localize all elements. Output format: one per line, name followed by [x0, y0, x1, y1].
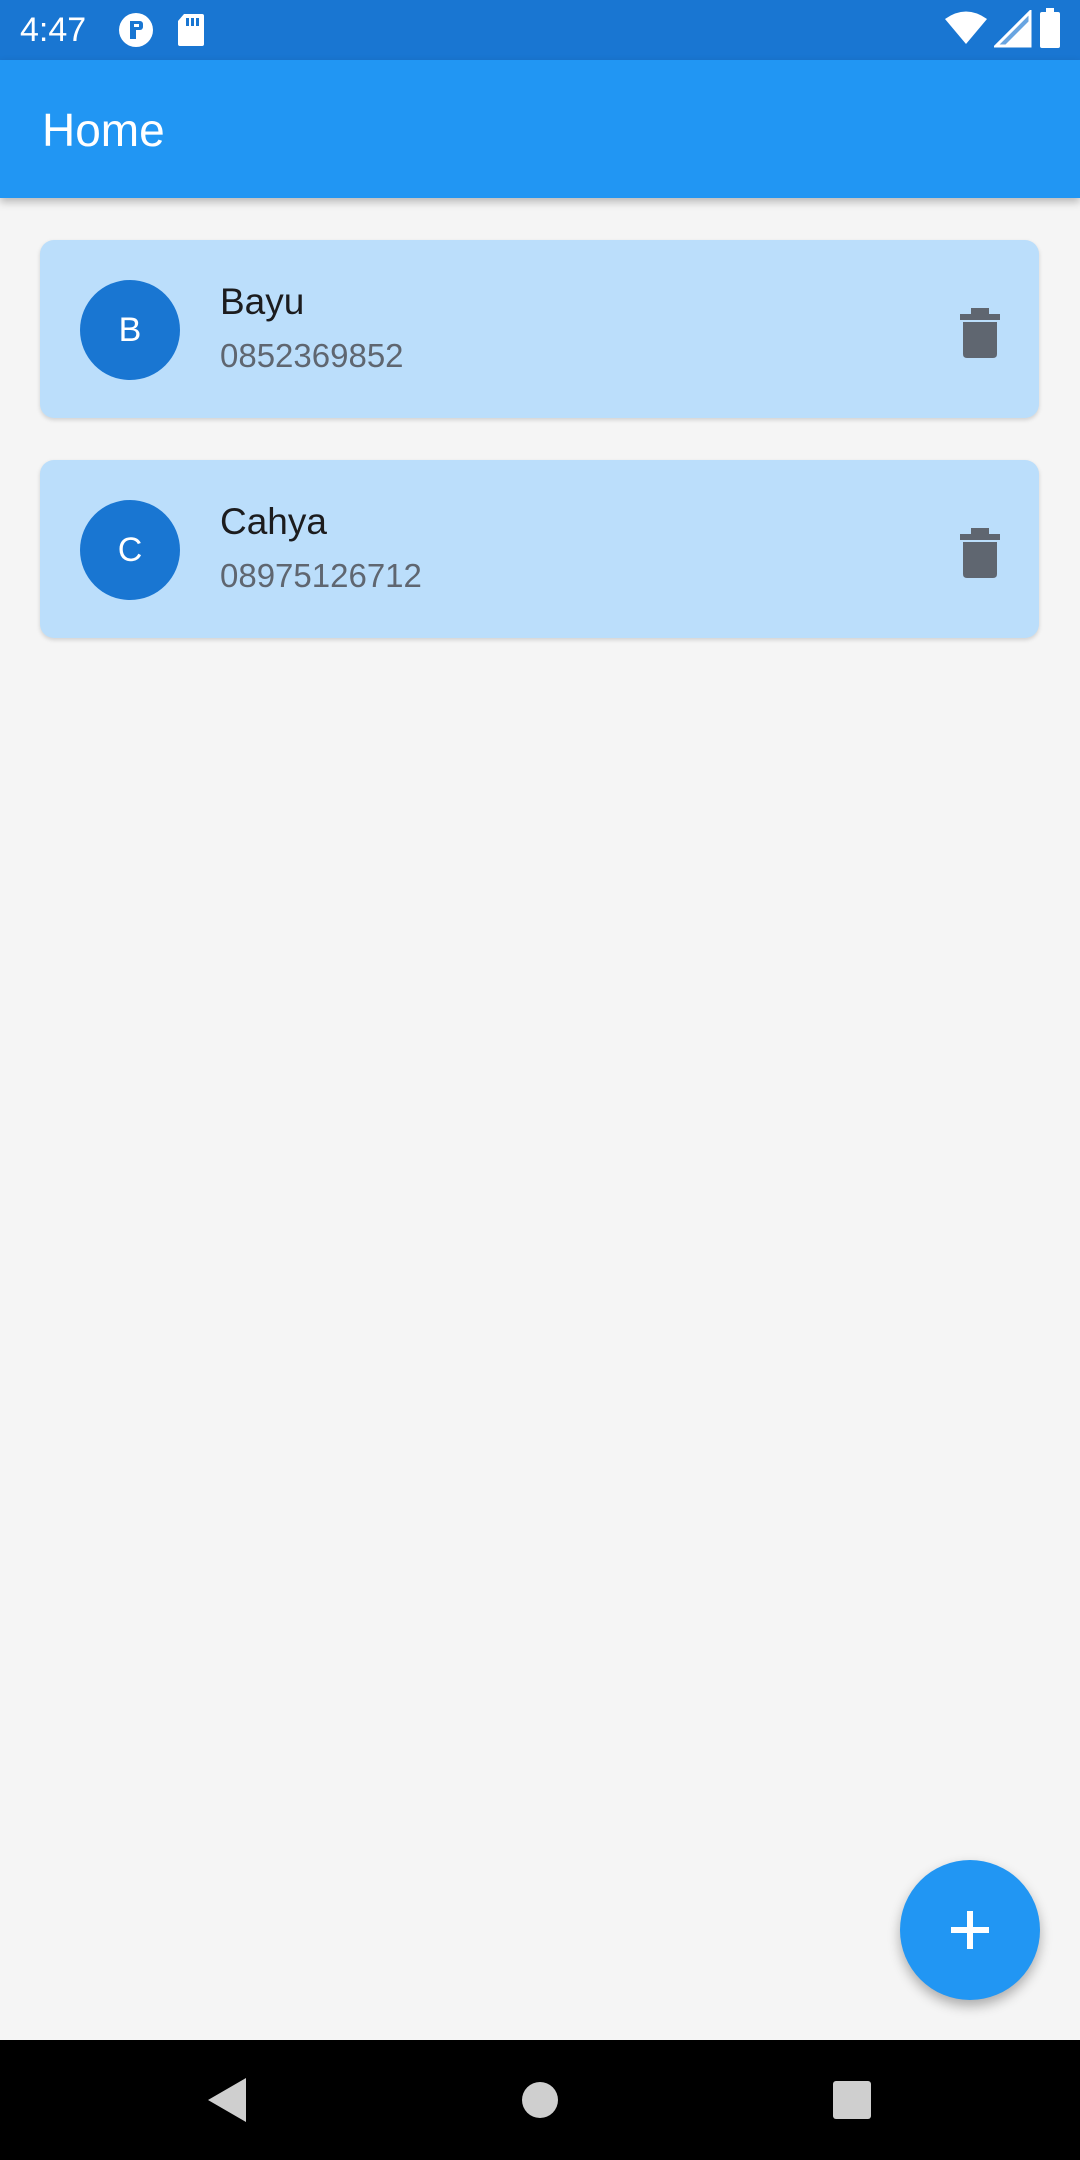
battery-icon — [1040, 8, 1060, 53]
add-contact-button[interactable] — [900, 1860, 1040, 2000]
cell-signal-icon — [992, 8, 1032, 53]
navigation-bar — [0, 2040, 1080, 2160]
contact-phone: 0852369852 — [220, 337, 404, 374]
delete-button[interactable] — [940, 292, 1020, 372]
contact-card[interactable]: B Bayu 0852369852 — [40, 240, 1039, 418]
trash-icon — [960, 308, 1000, 358]
sd-card-icon — [176, 12, 206, 53]
contact-phone: 08975126712 — [220, 557, 422, 594]
delete-button[interactable] — [940, 512, 1020, 592]
contact-name: Bayu — [220, 281, 305, 322]
contact-card[interactable]: C Cahya 08975126712 — [40, 460, 1039, 638]
avatar: C — [80, 500, 180, 600]
page-title: Home — [42, 104, 165, 156]
avatar: B — [80, 280, 180, 380]
home-icon — [522, 2082, 558, 2118]
recents-button[interactable] — [822, 2070, 882, 2130]
add-icon — [951, 1911, 989, 1949]
status-bar: 4:47 — [0, 0, 1080, 60]
contact-list: B Bayu 0852369852 C Cahya 08975126712 — [0, 198, 1080, 2040]
contact-name: Cahya — [220, 501, 327, 542]
wifi-icon — [944, 10, 988, 51]
home-button[interactable] — [510, 2070, 570, 2130]
recents-icon — [833, 2081, 871, 2119]
status-time: 4:47 — [20, 11, 87, 49]
app-bar: Home — [0, 60, 1080, 198]
app-notification-icon — [118, 12, 154, 53]
trash-icon — [960, 528, 1000, 578]
back-icon — [208, 2078, 246, 2122]
back-button[interactable] — [196, 2070, 256, 2130]
